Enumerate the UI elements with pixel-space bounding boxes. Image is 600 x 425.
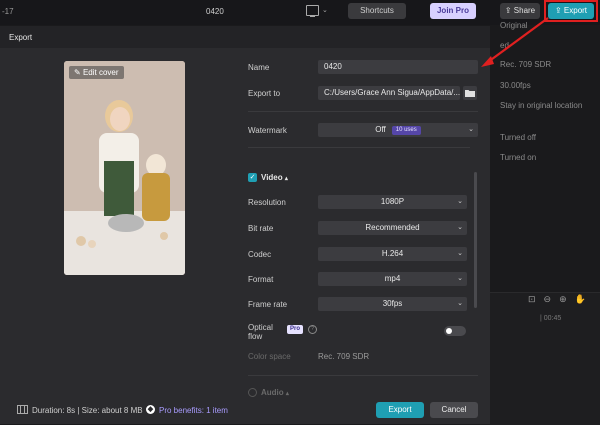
pro-benefits-link[interactable]: Pro benefits: 1 item: [159, 406, 228, 415]
colorspace-value: Rec. 709 SDR: [318, 352, 370, 361]
resolution-label: Resolution: [248, 198, 286, 207]
folder-icon: [465, 90, 475, 97]
audio-label: Audio: [261, 388, 284, 397]
watermark-uses-badge: 10 uses: [391, 126, 421, 135]
edit-cover-label: Edit cover: [82, 68, 119, 77]
info-icon[interactable]: ?: [308, 325, 317, 334]
caret-up-icon: ▴: [284, 176, 288, 182]
export-to-label: Export to: [248, 89, 281, 98]
watermark-select[interactable]: Off 10 uses ⌄: [318, 123, 478, 137]
audio-section-label[interactable]: Audio ▴: [261, 388, 289, 397]
video-section-label[interactable]: Video ▴: [261, 173, 288, 182]
side-info-colorspace: Rec. 709 SDR: [500, 60, 552, 69]
cancel-button[interactable]: Cancel: [430, 402, 478, 418]
timeline-tool-icons[interactable]: ⊡⊖⊕✋: [528, 294, 594, 305]
side-info-original: Original: [500, 21, 528, 30]
dialog-title: Export: [9, 33, 33, 42]
pro-badge: Pro: [287, 325, 304, 334]
timeline-panel: [480, 292, 600, 425]
share-label: Share: [513, 6, 536, 15]
footer-info: Duration: 8s | Size: about 8 MB: [32, 406, 143, 415]
optical-flow-toggle[interactable]: [444, 326, 466, 336]
framerate-value: 30fps: [382, 299, 403, 308]
name-input[interactable]: 0420: [318, 60, 478, 74]
chevron-down-icon: ⌄: [457, 198, 463, 205]
pro-diamond-icon: ◆: [146, 405, 155, 414]
format-value: mp4: [384, 274, 401, 283]
codec-value: H.264: [381, 249, 404, 258]
framerate-label: Frame rate: [248, 300, 288, 309]
film-icon: [17, 405, 28, 414]
codec-select[interactable]: H.264 ⌄: [318, 247, 467, 261]
divider: [248, 147, 470, 148]
side-info-turned-on: Turned on: [500, 153, 537, 162]
watermark-label: Watermark: [248, 126, 287, 135]
bitrate-value: Recommended: [365, 223, 420, 232]
chevron-down-icon: ⌄: [457, 250, 463, 257]
cover-photo-illustration: [64, 61, 185, 275]
format-select[interactable]: mp4 ⌄: [318, 272, 467, 286]
video-label: Video: [261, 173, 283, 182]
folder-button[interactable]: [463, 86, 477, 100]
scrollbar[interactable]: [474, 172, 477, 308]
bitrate-label: Bit rate: [248, 224, 274, 233]
divider: [248, 375, 478, 376]
timeline-timecode: | 00:45: [540, 315, 562, 322]
chevron-down-icon[interactable]: ⌄: [322, 6, 328, 14]
shortcuts-button[interactable]: Shortcuts: [348, 3, 406, 19]
chevron-down-icon: ⌄: [457, 224, 463, 231]
colorspace-label: Color space: [248, 352, 291, 361]
divider: [248, 111, 478, 112]
framerate-select[interactable]: 30fps ⌄: [318, 297, 467, 311]
join-pro-button[interactable]: Join Pro: [430, 3, 476, 19]
edit-cover-button[interactable]: ✎ Edit cover: [69, 66, 124, 79]
chevron-down-icon: ⌄: [457, 275, 463, 282]
export-path-input[interactable]: C:/Users/Grace Ann Sigua/AppData/...: [318, 86, 460, 100]
optical-flow-label-2: flow: [248, 332, 263, 341]
monitor-icon[interactable]: [306, 5, 319, 17]
chevron-down-icon: ⌄: [457, 300, 463, 307]
side-info-framerate: 30.00fps: [500, 81, 531, 90]
side-info-location: Stay in original location: [500, 101, 583, 110]
resolution-select[interactable]: 1080P ⌄: [318, 195, 467, 209]
video-checkbox[interactable]: ✓: [248, 173, 257, 182]
export-button[interactable]: Export: [376, 402, 424, 418]
dialog-header: Export: [0, 26, 490, 48]
resolution-value: 1080P: [380, 197, 405, 206]
bitrate-select[interactable]: Recommended ⌄: [318, 221, 467, 235]
side-info-ed: ed: [500, 41, 509, 50]
annotation-highlight-box: [544, 0, 598, 22]
audio-checkbox[interactable]: [248, 388, 257, 397]
share-button[interactable]: ⇪ Share: [500, 3, 540, 19]
codec-label: Codec: [248, 250, 272, 259]
watermark-value: Off: [375, 125, 386, 134]
name-label: Name: [248, 63, 270, 72]
side-info-turned-off: Turned off: [500, 133, 537, 142]
cover-image[interactable]: ✎ Edit cover: [64, 61, 185, 275]
format-label: Format: [248, 275, 274, 284]
chevron-down-icon: ⌄: [468, 126, 474, 133]
topbar-left-text: -17: [2, 7, 14, 16]
project-title: 0420: [206, 7, 224, 16]
optical-flow-label-1: Optical: [248, 323, 273, 332]
caret-up-icon: ▴: [285, 391, 289, 397]
